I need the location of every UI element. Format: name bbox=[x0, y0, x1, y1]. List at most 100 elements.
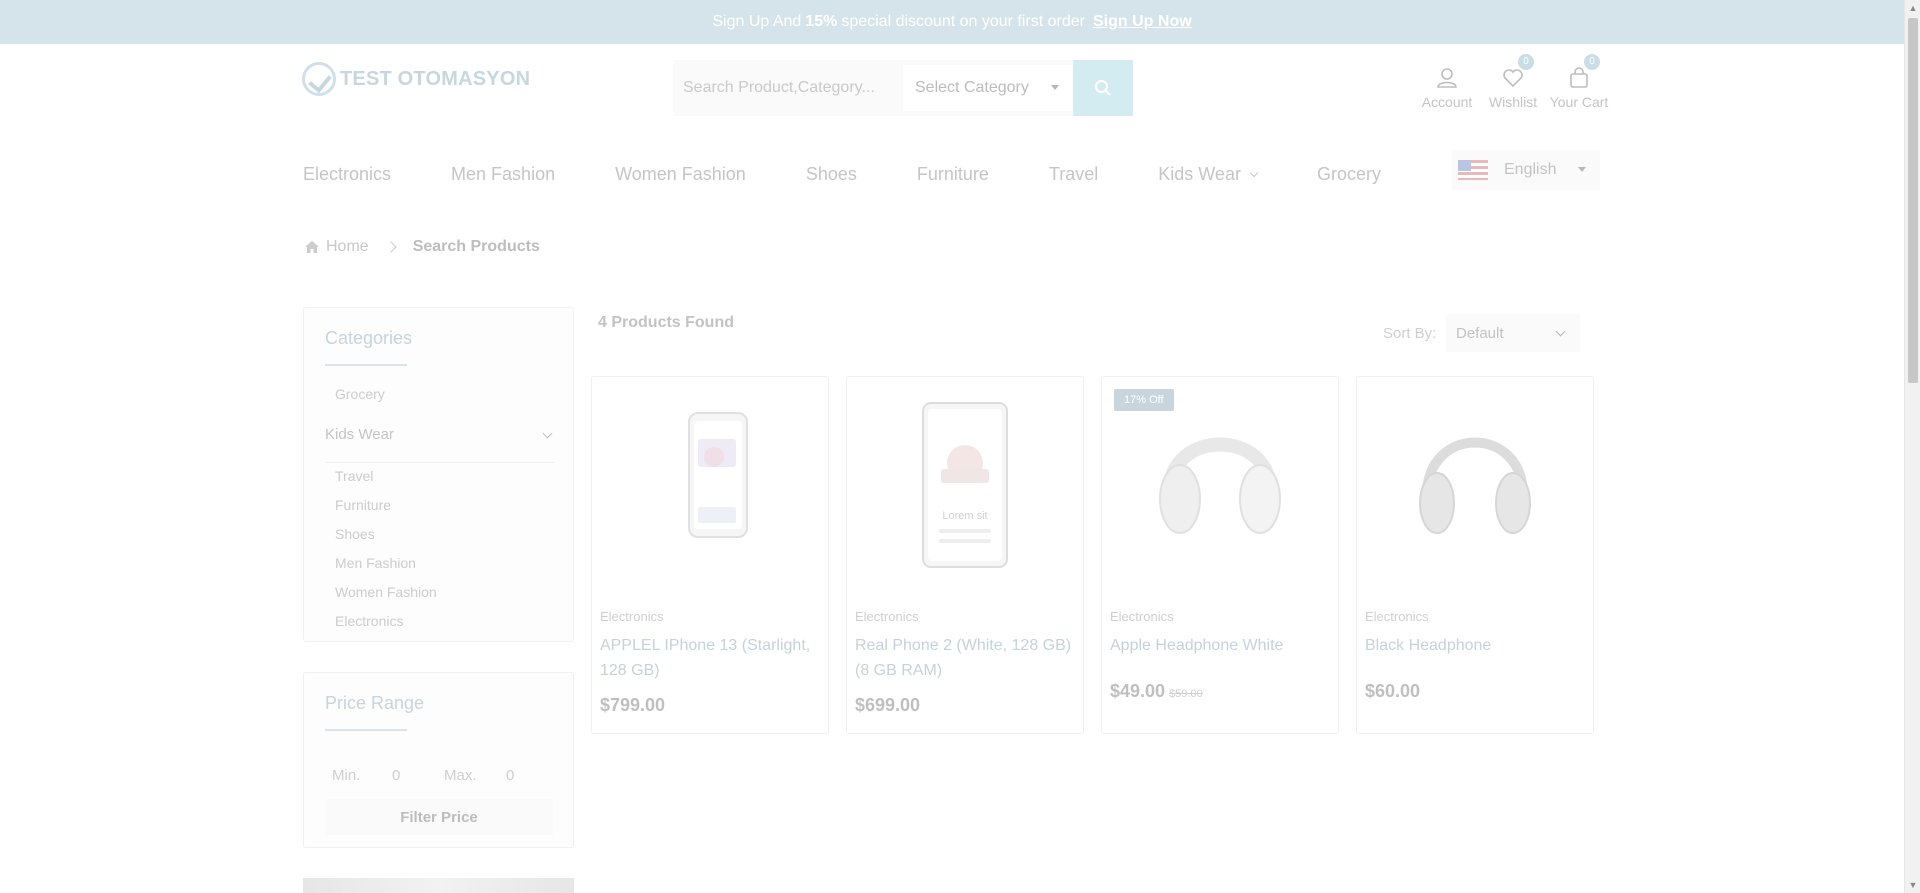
product-category: Electronics bbox=[1365, 609, 1429, 624]
wishlist-label: Wishlist bbox=[1488, 94, 1538, 110]
sidebar-promo-banner[interactable] bbox=[303, 878, 574, 893]
breadcrumb-current: Search Products bbox=[412, 238, 540, 255]
category-furniture[interactable]: Furniture bbox=[335, 497, 391, 513]
heart-icon bbox=[1503, 69, 1523, 88]
cart-label: Your Cart bbox=[1549, 94, 1609, 110]
max-price-label: Max. bbox=[444, 767, 477, 784]
account-label: Account bbox=[1421, 94, 1473, 110]
divider bbox=[325, 462, 555, 463]
category-select-label: Select Category bbox=[915, 79, 1029, 96]
product-price: $49.00 $59.00 bbox=[1110, 681, 1203, 702]
discount-badge: 17% Off bbox=[1114, 389, 1174, 411]
product-card[interactable]: Lorem sit Electronics Real Phone 2 (Whit… bbox=[846, 376, 1084, 734]
scroll-down-arrow-icon[interactable]: ▼ bbox=[1905, 877, 1920, 893]
breadcrumb-home-link[interactable]: Home bbox=[326, 238, 369, 256]
chevron-down-icon bbox=[1555, 326, 1566, 337]
account-link[interactable]: Account bbox=[1414, 62, 1480, 110]
sort-by-label: Sort By: bbox=[1383, 325, 1437, 342]
language-label: English bbox=[1504, 161, 1557, 178]
product-card[interactable]: Electronics Black Headphone $60.00 bbox=[1356, 376, 1594, 734]
cart-check-logo-icon bbox=[302, 62, 336, 96]
language-selector[interactable]: English bbox=[1452, 150, 1600, 190]
category-electronics[interactable]: Electronics bbox=[335, 613, 403, 629]
wishlist-count-badge: 0 bbox=[1518, 54, 1534, 70]
search-bar: Select Category bbox=[673, 60, 1133, 116]
phone-product-image: Lorem sit bbox=[922, 402, 1008, 568]
us-flag-icon bbox=[1458, 160, 1488, 180]
nav-item-shoes[interactable]: Shoes bbox=[806, 164, 857, 185]
scroll-up-arrow-icon[interactable]: ▲ bbox=[1905, 0, 1920, 16]
search-input[interactable] bbox=[673, 60, 903, 116]
product-title[interactable]: Apple Headphone White bbox=[1110, 633, 1332, 658]
search-icon bbox=[1095, 80, 1111, 96]
product-category: Electronics bbox=[1110, 609, 1174, 624]
wishlist-link[interactable]: 0 Wishlist bbox=[1480, 54, 1546, 110]
price-range-title: Price Range bbox=[325, 693, 425, 713]
sort-select[interactable]: Default bbox=[1446, 314, 1580, 352]
banner-text-after: special discount on your first order bbox=[841, 13, 1085, 30]
product-category: Electronics bbox=[600, 609, 664, 624]
nav-item-electronics[interactable]: Electronics bbox=[303, 164, 391, 185]
search-button[interactable] bbox=[1073, 60, 1133, 116]
categories-title: Categories bbox=[325, 328, 413, 348]
black-headphone-image bbox=[1419, 437, 1531, 534]
sign-up-now-link[interactable]: Sign Up Now bbox=[1093, 13, 1192, 31]
site-logo[interactable]: TEST OTOMASYON bbox=[302, 62, 530, 96]
cart-count-badge: 0 bbox=[1584, 54, 1600, 70]
title-underline bbox=[325, 729, 407, 731]
banner-discount: 15% bbox=[805, 13, 838, 30]
product-title[interactable]: APPLEL IPhone 13 (Starlight, 128 GB) bbox=[600, 633, 822, 683]
nav-item-men-fashion[interactable]: Men Fashion bbox=[451, 164, 555, 185]
min-price-label: Min. bbox=[332, 767, 361, 784]
page-scrollbar[interactable]: ▲ ▼ bbox=[1904, 0, 1920, 893]
white-headphone-image bbox=[1159, 437, 1281, 534]
caret-down-icon bbox=[1051, 85, 1059, 90]
product-category: Electronics bbox=[855, 609, 919, 624]
cart-link[interactable]: 0 Your Cart bbox=[1546, 54, 1612, 110]
category-women-fashion[interactable]: Women Fashion bbox=[335, 584, 437, 600]
product-price-old: $59.00 bbox=[1169, 688, 1203, 700]
min-price-input[interactable]: 0 bbox=[392, 767, 400, 784]
product-price: $60.00 bbox=[1365, 681, 1421, 701]
iphone-product-image bbox=[688, 412, 748, 538]
categories-panel: Categories Grocery Kids Wear Travel Furn… bbox=[303, 307, 574, 642]
phone-screen-text: Lorem sit bbox=[942, 510, 987, 522]
nav-item-furniture[interactable]: Furniture bbox=[917, 164, 989, 185]
user-icon bbox=[1437, 68, 1457, 88]
chevron-down-icon bbox=[1249, 168, 1259, 177]
nav-item-kids-wear[interactable]: Kids Wear bbox=[1158, 163, 1259, 185]
category-grocery[interactable]: Grocery bbox=[335, 386, 385, 402]
caret-down-icon bbox=[1578, 167, 1586, 172]
chevron-right-icon bbox=[385, 241, 397, 253]
category-travel[interactable]: Travel bbox=[335, 468, 373, 484]
filter-price-button[interactable]: Filter Price bbox=[325, 799, 553, 835]
product-price: $799.00 bbox=[600, 695, 666, 715]
product-title[interactable]: Real Phone 2 (White, 128 GB) (8 GB RAM) bbox=[855, 633, 1077, 683]
category-kids-wear[interactable]: Kids Wear bbox=[325, 426, 394, 443]
shopping-bag-icon bbox=[1570, 67, 1588, 88]
sort-select-value: Default bbox=[1456, 324, 1504, 342]
nav-item-grocery[interactable]: Grocery bbox=[1317, 164, 1381, 185]
scroll-thumb[interactable] bbox=[1908, 18, 1918, 383]
product-title[interactable]: Black Headphone bbox=[1365, 633, 1587, 658]
category-select[interactable]: Select Category bbox=[903, 65, 1073, 111]
signup-banner: Sign Up And 15% special discount on your… bbox=[0, 0, 1904, 44]
nav-item-kids-wear-label: Kids Wear bbox=[1158, 163, 1241, 184]
product-card[interactable]: 17% Off Electronics Apple Headphone Whit… bbox=[1101, 376, 1339, 734]
nav-item-travel[interactable]: Travel bbox=[1049, 164, 1098, 185]
category-shoes[interactable]: Shoes bbox=[335, 526, 375, 542]
product-price: $699.00 bbox=[855, 695, 921, 715]
products-found-count: 4 Products Found bbox=[598, 314, 734, 331]
price-range-panel: Price Range Min. 0 Max. 0 Filter Price bbox=[303, 672, 574, 848]
nav-item-women-fashion[interactable]: Women Fashion bbox=[615, 164, 746, 185]
title-underline bbox=[325, 364, 407, 366]
main-navigation: Electronics Men Fashion Women Fashion Sh… bbox=[303, 160, 1441, 188]
logo-text: TEST OTOMASYON bbox=[340, 67, 531, 90]
product-card[interactable]: Electronics APPLEL IPhone 13 (Starlight,… bbox=[591, 376, 829, 734]
home-icon bbox=[305, 241, 319, 253]
product-price-current: $49.00 bbox=[1110, 681, 1166, 701]
header-actions: Account 0 Wishlist 0 Your Cart bbox=[1414, 54, 1612, 110]
max-price-input[interactable]: 0 bbox=[506, 767, 514, 784]
chevron-down-icon[interactable] bbox=[542, 428, 553, 439]
category-men-fashion[interactable]: Men Fashion bbox=[335, 555, 416, 571]
